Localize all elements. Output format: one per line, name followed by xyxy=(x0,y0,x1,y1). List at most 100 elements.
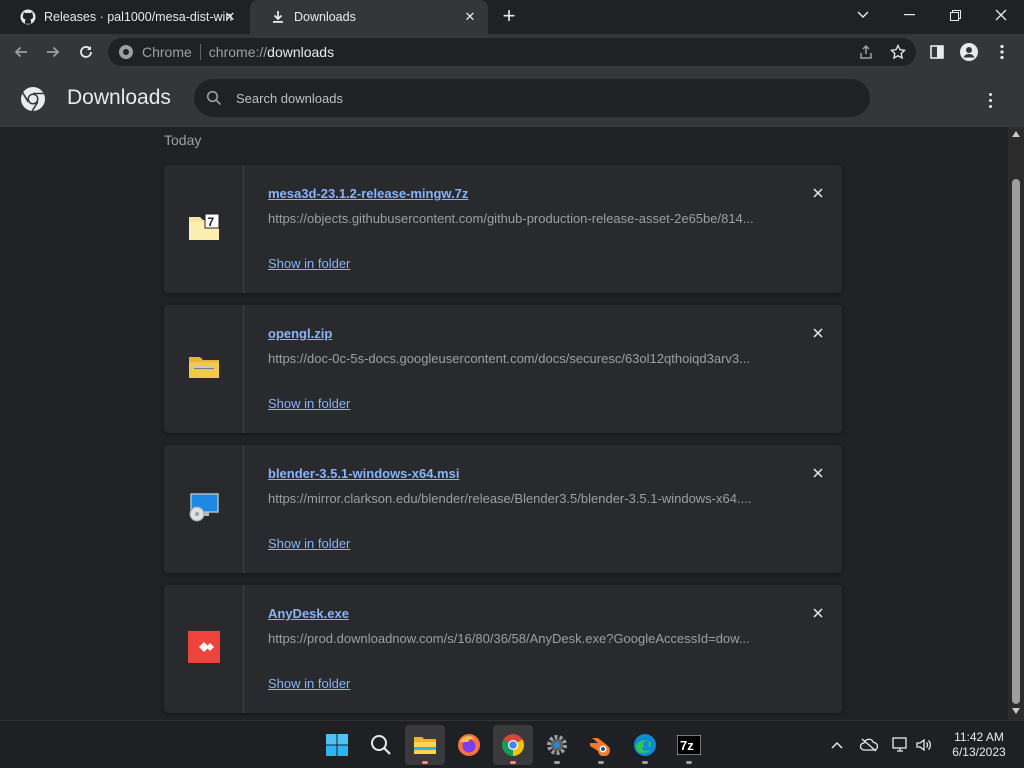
search-input[interactable] xyxy=(236,90,836,106)
system-clock[interactable]: 11:42 AM 6/13/2023 xyxy=(944,730,1014,760)
minimize-button[interactable] xyxy=(886,0,932,30)
clock-time: 11:42 AM xyxy=(954,730,1004,744)
show-hidden-icons-chevron-icon[interactable] xyxy=(827,735,847,755)
profile-avatar-icon[interactable] xyxy=(956,39,982,65)
page-title: Downloads xyxy=(67,86,171,109)
omnibox-divider xyxy=(199,44,201,60)
show-in-folder-link[interactable]: Show in folder xyxy=(268,396,350,411)
remove-download-close-icon[interactable] xyxy=(808,603,828,623)
reload-button[interactable] xyxy=(73,39,99,65)
running-indicator xyxy=(510,761,516,764)
remove-download-close-icon[interactable] xyxy=(808,323,828,343)
side-panel-icon[interactable] xyxy=(924,39,950,65)
search-icon xyxy=(371,735,391,755)
url-scheme: chrome:// xyxy=(208,44,268,60)
new-tab-button[interactable]: + xyxy=(498,5,520,28)
zip-folder-icon xyxy=(188,354,220,385)
firefox-icon xyxy=(458,734,480,756)
settings-icon xyxy=(547,735,567,755)
downloads-header: Downloads xyxy=(0,70,1024,127)
close-window-button[interactable] xyxy=(978,0,1024,30)
bookmark-star-icon[interactable] xyxy=(885,39,911,65)
browser-toolbar: Chrome chrome:// downloads xyxy=(0,34,1024,70)
file-icon-cell xyxy=(164,305,244,433)
search-icon xyxy=(206,90,222,106)
scroll-down-arrow-icon[interactable] xyxy=(1012,708,1020,714)
start-button[interactable] xyxy=(317,725,357,765)
start-icon xyxy=(326,734,348,756)
close-tab-icon[interactable]: ✕ xyxy=(222,9,238,25)
tab-search-chevron-icon[interactable] xyxy=(840,0,886,30)
more-actions-icon[interactable] xyxy=(978,88,1002,112)
page-scrollbar[interactable] xyxy=(1008,127,1024,720)
download-source-url[interactable]: https://prod.downloadnow.com/s/16/80/36/… xyxy=(268,631,768,646)
download-filename-link[interactable]: AnyDesk.exe xyxy=(268,606,349,621)
tab-downloads[interactable]: Downloads ✕ xyxy=(250,0,488,34)
edge-icon xyxy=(634,734,656,756)
tab-title: Releases · pal1000/mesa-dist-win xyxy=(44,10,233,24)
download-item: AnyDesk.exe https://prod.downloadnow.com… xyxy=(164,585,842,713)
edge-button[interactable] xyxy=(625,725,665,765)
blender-button[interactable] xyxy=(581,725,621,765)
downloads-list[interactable]: Today 7 mesa3d-23.1.2-release-mingw.7z h… xyxy=(0,127,1008,720)
chrome-taskbar-button[interactable] xyxy=(493,725,533,765)
site-label: Chrome xyxy=(142,44,192,60)
clock-date: 6/13/2023 xyxy=(952,745,1006,759)
download-source-url[interactable]: https://objects.githubusercontent.com/gi… xyxy=(268,211,768,226)
msi-installer-icon xyxy=(188,492,220,527)
running-indicator xyxy=(422,761,428,764)
scroll-up-arrow-icon[interactable] xyxy=(1012,131,1020,137)
remove-download-close-icon[interactable] xyxy=(808,463,828,483)
address-bar[interactable]: Chrome chrome:// downloads xyxy=(108,38,916,66)
file-icon-cell: 7 xyxy=(164,165,244,293)
download-filename-link[interactable]: opengl.zip xyxy=(268,326,332,341)
7zip-icon: 7z xyxy=(677,735,701,755)
volume-icon[interactable] xyxy=(914,735,934,755)
show-in-folder-link[interactable]: Show in folder xyxy=(268,536,350,551)
github-icon xyxy=(20,9,36,25)
download-filename-link[interactable]: mesa3d-23.1.2-release-mingw.7z xyxy=(268,186,468,201)
chrome-logo-icon xyxy=(20,86,46,112)
forward-arrow-icon xyxy=(47,46,60,58)
download-item: opengl.zip https://doc-0c-5s-docs.google… xyxy=(164,305,842,433)
download-icon xyxy=(270,9,286,25)
reload-icon xyxy=(80,46,92,58)
settings-button[interactable] xyxy=(537,725,577,765)
file-icon-cell xyxy=(164,445,244,573)
file-explorer-button[interactable] xyxy=(405,725,445,765)
windows-taskbar: 7z 11:42 AM 6/13/2023 xyxy=(0,720,1024,768)
remove-download-close-icon[interactable] xyxy=(808,183,828,203)
file-icon-cell xyxy=(164,585,244,713)
close-tab-icon[interactable]: ✕ xyxy=(462,9,478,25)
tab-strip: Releases · pal1000/mesa-dist-win ✕ Downl… xyxy=(0,0,1024,34)
anydesk-icon xyxy=(187,630,220,668)
7zip-archive-icon: 7 xyxy=(187,212,221,247)
back-button[interactable] xyxy=(8,39,34,65)
scrollbar-thumb[interactable] xyxy=(1012,179,1020,704)
blender-icon xyxy=(590,738,610,756)
download-source-url[interactable]: https://doc-0c-5s-docs.googleusercontent… xyxy=(268,351,768,366)
7zip-button[interactable]: 7z xyxy=(669,725,709,765)
chrome-icon xyxy=(502,734,524,756)
onedrive-offline-icon[interactable] xyxy=(859,735,879,755)
show-in-folder-link[interactable]: Show in folder xyxy=(268,676,350,691)
svg-text:7z: 7z xyxy=(680,738,694,753)
url-host: downloads xyxy=(267,44,335,60)
file-explorer-icon xyxy=(414,737,436,754)
tab-title: Downloads xyxy=(294,10,356,24)
download-source-url[interactable]: https://mirror.clarkson.edu/blender/rele… xyxy=(268,491,768,506)
section-label-today: Today xyxy=(164,132,202,148)
forward-button[interactable] xyxy=(40,39,66,65)
search-downloads-field[interactable] xyxy=(194,79,870,117)
chrome-logo-icon xyxy=(118,44,134,60)
show-in-folder-link[interactable]: Show in folder xyxy=(268,256,350,271)
download-filename-link[interactable]: blender-3.5.1-windows-x64.msi xyxy=(268,466,459,481)
tab-releases[interactable]: Releases · pal1000/mesa-dist-win ✕ xyxy=(0,0,248,34)
taskbar-search-button[interactable] xyxy=(361,725,401,765)
firefox-button[interactable] xyxy=(449,725,489,765)
restore-button[interactable] xyxy=(932,0,978,30)
running-indicator xyxy=(598,761,604,764)
network-icon[interactable] xyxy=(891,735,911,755)
chrome-menu-icon[interactable] xyxy=(989,39,1015,65)
share-icon[interactable] xyxy=(853,39,879,65)
